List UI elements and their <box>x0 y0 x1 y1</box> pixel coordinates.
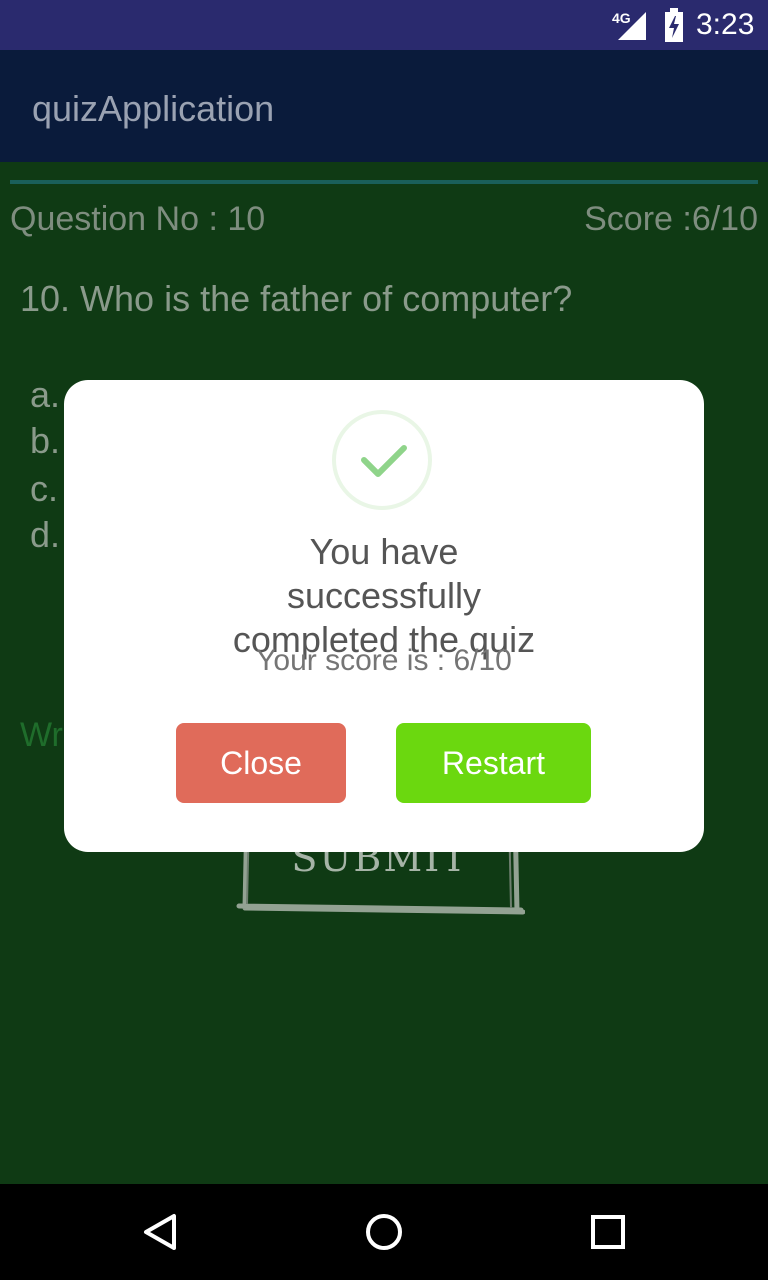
restart-button[interactable]: Restart <box>396 723 591 803</box>
quiz-complete-dialog: You have successfully completed the quiz… <box>64 380 704 852</box>
dialog-title: You have successfully completed the quiz <box>232 531 536 660</box>
close-button[interactable]: Close <box>176 723 346 803</box>
success-circle <box>332 410 432 510</box>
navigation-bar <box>0 1184 768 1280</box>
home-circle-icon[interactable] <box>364 1212 404 1252</box>
checkmark-icon <box>361 445 407 477</box>
back-triangle-icon[interactable] <box>140 1212 180 1252</box>
dialog-score: Your score is : 6/10 <box>256 644 512 677</box>
recents-square-icon[interactable] <box>590 1214 626 1250</box>
